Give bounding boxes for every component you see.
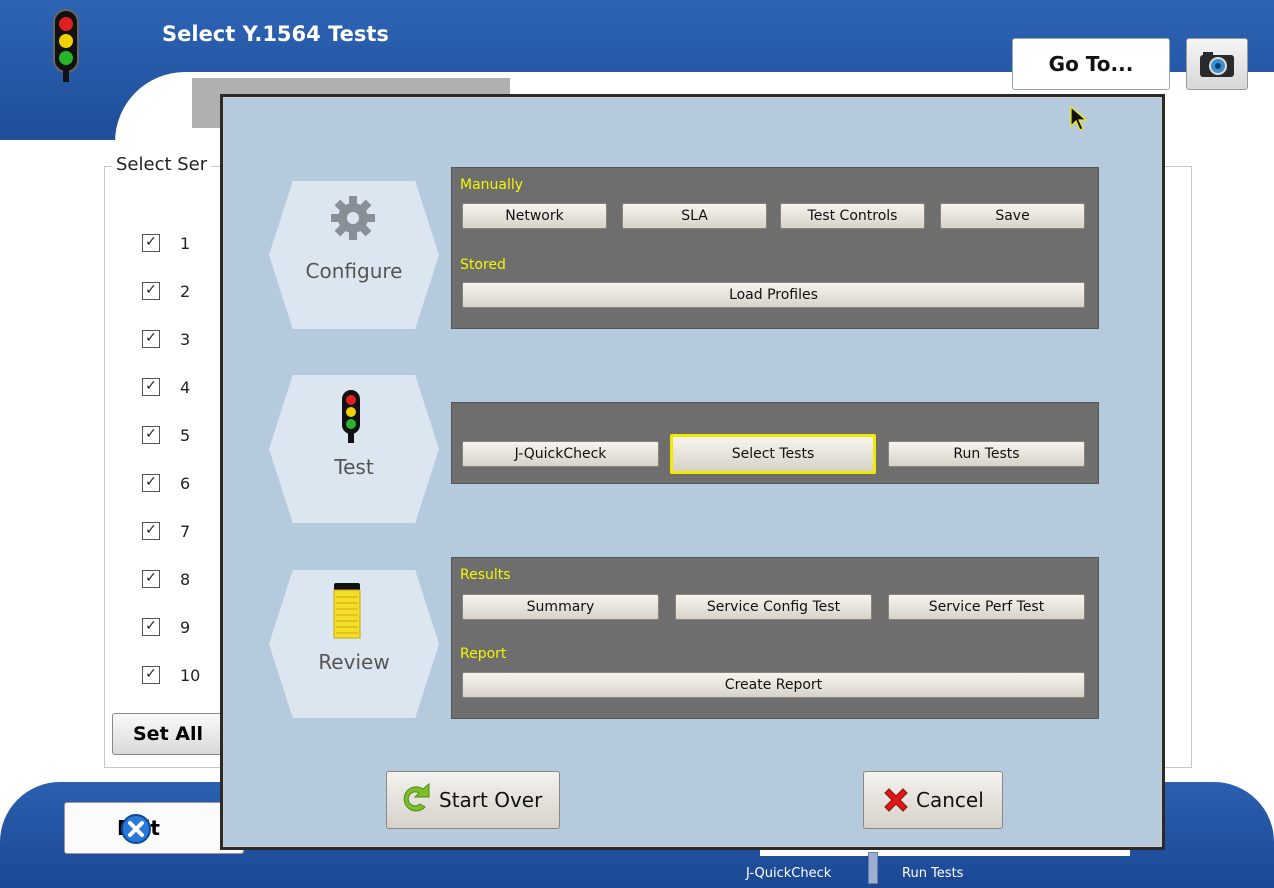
page-title: Select Y.1564 Tests: [162, 22, 389, 46]
bottom-tab-separator: [868, 852, 878, 884]
gear-icon: [331, 196, 375, 240]
jquickcheck-button[interactable]: J-QuickCheck: [462, 441, 659, 467]
service-number: 10: [180, 665, 201, 685]
navigation-dialog: Configure Manually Network SLA Test Cont…: [220, 94, 1165, 850]
network-button[interactable]: Network: [462, 203, 607, 229]
service-row[interactable]: ✓ 9: [142, 616, 190, 638]
test-group: J-QuickCheck Select Tests Run Tests: [451, 402, 1099, 484]
service-row[interactable]: ✓ 6: [142, 472, 190, 494]
service-number: 7: [180, 521, 191, 541]
notepad-icon: [333, 583, 361, 639]
cancel-label: Cancel: [916, 788, 984, 812]
service-checkbox[interactable]: ✓: [142, 618, 160, 636]
stored-label: Stored: [460, 257, 506, 273]
run-tests-button[interactable]: Run Tests: [888, 441, 1085, 467]
results-label: Results: [460, 567, 511, 583]
create-report-button[interactable]: Create Report: [462, 672, 1085, 698]
start-over-button[interactable]: Start Over: [386, 771, 560, 829]
service-checkbox[interactable]: ✓: [142, 666, 160, 684]
service-row[interactable]: ✓ 5: [142, 424, 190, 446]
red-x-icon: [884, 788, 908, 812]
service-checkbox[interactable]: ✓: [142, 570, 160, 588]
service-number: 9: [180, 617, 191, 637]
cancel-button[interactable]: Cancel: [863, 771, 1003, 829]
service-perf-test-button[interactable]: Service Perf Test: [888, 594, 1085, 620]
configure-label: Configure: [305, 259, 403, 283]
start-over-label: Start Over: [439, 788, 543, 812]
service-number: 4: [180, 377, 191, 397]
service-checkbox[interactable]: ✓: [142, 426, 160, 444]
service-number: 1: [180, 233, 191, 253]
save-button[interactable]: Save: [940, 203, 1085, 229]
report-label: Report: [460, 646, 507, 662]
service-number: 5: [180, 425, 191, 445]
service-checkbox[interactable]: ✓: [142, 522, 160, 540]
goto-button[interactable]: Go To...: [1012, 38, 1170, 90]
traffic-light-icon: [53, 9, 79, 82]
test-controls-button[interactable]: Test Controls: [780, 203, 925, 229]
service-row[interactable]: ✓ 8: [142, 568, 190, 590]
select-services-title: Select Ser: [112, 154, 212, 175]
service-row[interactable]: ✓ 7: [142, 520, 190, 542]
review-label: Review: [318, 650, 390, 674]
test-label: Test: [334, 455, 374, 479]
manually-label: Manually: [460, 177, 524, 193]
traffic-light-icon: [342, 390, 360, 443]
bottom-tab-jquickcheck[interactable]: J-QuickCheck: [746, 866, 831, 881]
bottom-tab-run-tests[interactable]: Run Tests: [902, 866, 963, 881]
review-group: Results Summary Service Config Test Serv…: [451, 557, 1099, 719]
service-row[interactable]: ✓ 1: [142, 232, 190, 254]
service-checkbox[interactable]: ✓: [142, 330, 160, 348]
summary-button[interactable]: Summary: [462, 594, 659, 620]
service-checkbox[interactable]: ✓: [142, 282, 160, 300]
service-checkbox[interactable]: ✓: [142, 474, 160, 492]
service-config-test-button[interactable]: Service Config Test: [675, 594, 872, 620]
service-row[interactable]: ✓ 3: [142, 328, 190, 350]
service-row[interactable]: ✓ 2: [142, 280, 190, 302]
screenshot-button[interactable]: [1186, 38, 1248, 90]
select-tests-button[interactable]: Select Tests: [670, 434, 876, 474]
exit-button[interactable]: Exit: [64, 802, 244, 854]
sla-button[interactable]: SLA: [622, 203, 767, 229]
refresh-arrow-icon: [403, 783, 430, 812]
service-number: 2: [180, 281, 191, 301]
service-checkbox[interactable]: ✓: [142, 378, 160, 396]
service-number: 6: [180, 473, 191, 493]
service-checkbox[interactable]: ✓: [142, 234, 160, 252]
service-row[interactable]: ✓ 10: [142, 664, 200, 686]
service-number: 8: [180, 569, 191, 589]
load-profiles-button[interactable]: Load Profiles: [462, 282, 1085, 308]
close-circle-icon: [121, 814, 151, 844]
configure-group: Manually Network SLA Test Controls Save …: [451, 167, 1099, 329]
set-all-button[interactable]: Set All: [112, 713, 224, 755]
service-row[interactable]: ✓ 4: [142, 376, 190, 398]
bottom-tab-edge: [760, 850, 1130, 856]
service-number: 3: [180, 329, 191, 349]
camera-icon: [1200, 52, 1234, 77]
mouse-cursor-icon: [1070, 106, 1088, 131]
